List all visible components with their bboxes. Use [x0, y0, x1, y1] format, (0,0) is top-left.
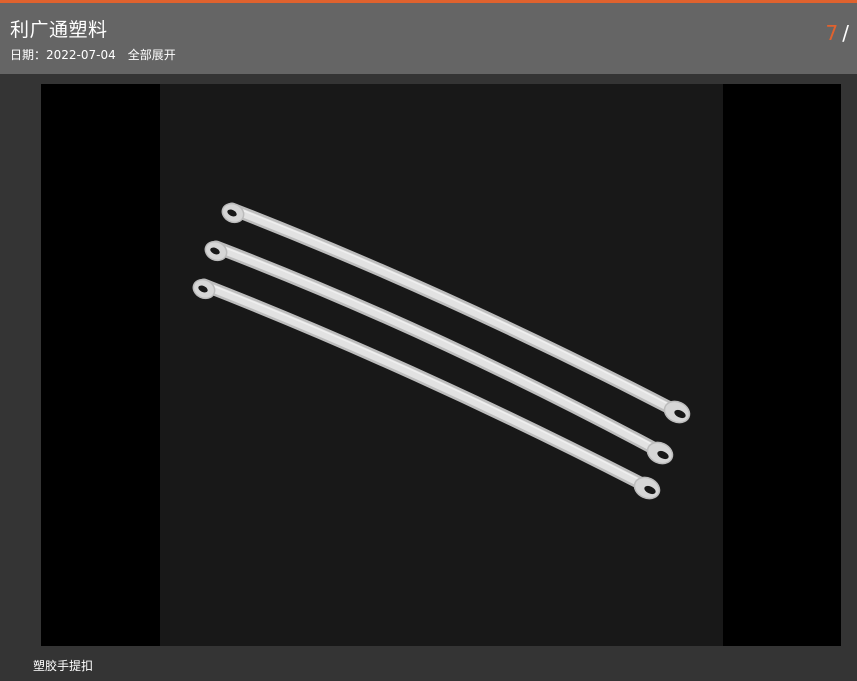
meta-row: 日期：2022-07-04 全部展开 — [10, 46, 176, 63]
current-image-number: 7 — [825, 21, 839, 45]
counter-separator: / — [842, 21, 849, 45]
date-label: 日期： — [10, 48, 47, 62]
gallery-page: 利广通塑料 日期：2022-07-04 全部展开 7/ 塑胶手提扣 — [0, 0, 857, 681]
header-bar: 利广通塑料 日期：2022-07-04 全部展开 7/ — [0, 3, 857, 74]
page-title: 利广通塑料 — [10, 19, 108, 41]
handle-strap — [192, 278, 661, 500]
expand-all-link[interactable]: 全部展开 — [128, 48, 176, 62]
product-photo[interactable] — [160, 84, 723, 646]
handle-strap — [204, 240, 674, 465]
product-photo-graphic — [192, 202, 691, 500]
image-caption: 塑胶手提扣 — [33, 659, 94, 673]
image-viewer[interactable] — [41, 84, 841, 646]
image-counter: 7/ — [826, 21, 849, 45]
date-value: 2022-07-04 — [46, 48, 116, 62]
